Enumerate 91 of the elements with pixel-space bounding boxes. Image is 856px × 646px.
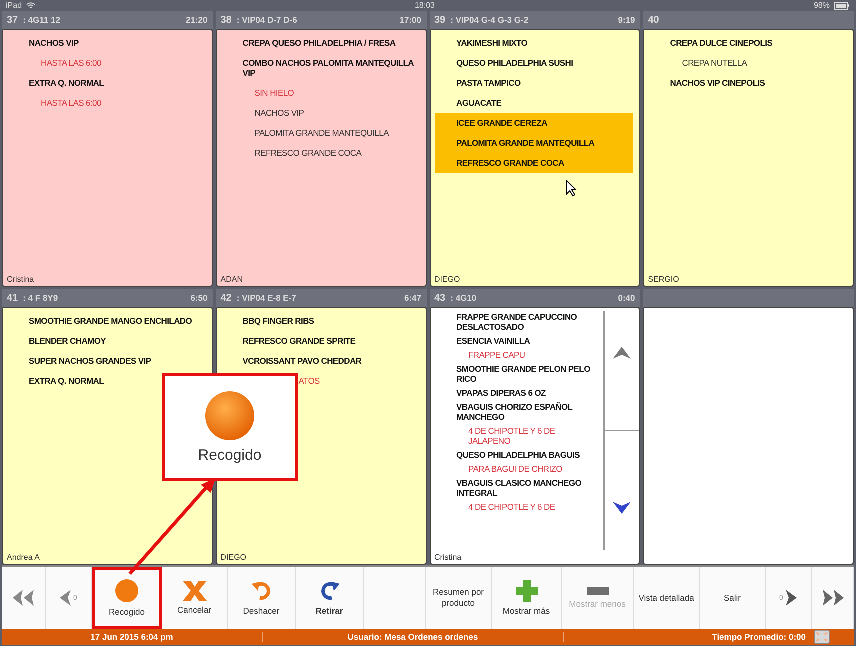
order-item[interactable]: CREPA QUESO PHILADELPHIA / FRESA xyxy=(216,36,404,50)
order-item[interactable]: QUESO PHILADELPHIA SUSHI xyxy=(430,56,582,70)
order-item[interactable]: EXTRA Q. NORMAL xyxy=(3,374,112,388)
redo-icon xyxy=(318,580,340,602)
order-number: 43 xyxy=(434,292,446,304)
order-item[interactable]: NACHOS VIP xyxy=(3,36,87,50)
double-left-arrow-icon xyxy=(12,590,34,606)
order-number: 40 xyxy=(648,14,660,26)
order-card[interactable]: CREPA QUESO PHILADELPHIA / FRESA COMBO NACHOS PALOMITA MANTEQUILLA VIP SIN HIELO NACHOS VIP PALOMITA GRANDE MANTEQUILLA REFRESCO GRANDE COCA ADAN xyxy=(216,29,426,287)
scroll-down-icon[interactable] xyxy=(613,502,632,514)
order-item[interactable]: FRAPPE CAPU xyxy=(442,349,534,361)
order-item[interactable]: BLENDER CHAMOY xyxy=(3,334,114,348)
waiter-name: DIEGO xyxy=(220,553,247,562)
order-item[interactable]: SUPER NACHOS GRANDES VIP xyxy=(3,354,160,368)
table-label: : 4G10 xyxy=(450,293,477,303)
order-item[interactable]: REFRESCO GRANDE SPRITE xyxy=(216,334,364,348)
minus-icon xyxy=(586,586,608,594)
order-item[interactable]: REFRESCO GRANDE COCA xyxy=(228,146,370,160)
battery-icon xyxy=(834,2,850,10)
plus-icon xyxy=(516,580,538,602)
double-right-arrow-icon xyxy=(822,590,844,606)
waiter-name: Andrea A xyxy=(7,553,40,562)
order-item[interactable]: COMBO NACHOS PALOMITA MANTEQUILLA VIP xyxy=(216,56,426,80)
order-item[interactable]: 4 DE CHIPOTLE Y 6 DE JALAPENO xyxy=(442,425,604,447)
order-item[interactable]: VPAPAS DIPERAS 6 OZ xyxy=(430,387,554,399)
waiter-name: Cristina xyxy=(7,275,34,284)
order-item[interactable]: VCROISSANT PAVO CHEDDAR xyxy=(216,354,370,368)
waiter-name: SERGIO xyxy=(648,275,680,284)
order-item[interactable]: CREPA NUTELLA xyxy=(656,56,756,70)
status-user: Usuario: Mesa Ordenes ordenes xyxy=(263,632,564,642)
order-time: 21:20 xyxy=(186,15,208,25)
right-arrow-icon xyxy=(785,590,798,606)
order-item[interactable]: BBQ FINGER RIBS xyxy=(216,314,322,328)
order-number: 41 xyxy=(7,292,18,304)
order-item[interactable]: REFRESCO GRANDE COCA xyxy=(434,153,634,173)
wifi-icon xyxy=(26,2,36,10)
order-item[interactable]: AGUACATE xyxy=(430,96,510,110)
order-card[interactable] xyxy=(430,307,640,565)
order-item[interactable]: SMOOTHIE GRANDE MANGO ENCHILADO xyxy=(3,314,200,328)
waiter-name: ADAN xyxy=(220,275,243,284)
order-item[interactable]: VBAGUIS CHORIZO ESPAÑOL MANCHEGO xyxy=(430,401,604,423)
order-item[interactable]: VBAGUIS CLASICO MANCHEGO INTEGRAL xyxy=(430,477,604,499)
order-card[interactable]: NACHOS VIP HASTA LAS 6:00 EXTRA Q. NORMAL HASTA LAS 6:00 Cristina xyxy=(2,29,213,287)
table-label: : VIP04 G-4 G-3 G-2 xyxy=(450,15,529,25)
scroll-up-icon[interactable] xyxy=(613,346,632,359)
waiter-name: Cristina xyxy=(434,553,462,562)
order-time: 0:40 xyxy=(618,293,636,303)
order-number: 42 xyxy=(220,292,232,304)
status-date: 17 Jun 2015 6:04 pm xyxy=(2,632,263,642)
order-item[interactable]: YAKIMESHI MIXTO xyxy=(430,36,536,50)
toolbar-button[interactable]: Recogido xyxy=(92,567,162,629)
order-item[interactable]: PARA BAGUI DE CHRIZO xyxy=(442,463,570,475)
order-item[interactable]: PASTA TAMPICO xyxy=(430,76,529,90)
order-item[interactable]: ICEE GRANDE CEREZA xyxy=(434,113,634,133)
order-time: 9:19 xyxy=(618,15,636,25)
device-name: iPad xyxy=(6,1,22,10)
order-item[interactable]: 4 DE CHIPOTLE Y 6 DE xyxy=(442,501,564,513)
status-average-time: Tiempo Promedio: 0:00 xyxy=(711,632,807,642)
order-item[interactable]: NACHOS VIP xyxy=(228,106,312,120)
order-item[interactable]: SMOOTHIE GRANDE PELON PELO RICO xyxy=(430,363,604,385)
device-time: 18:03 xyxy=(414,1,436,10)
table-label: : VIP04 D-7 D-6 xyxy=(236,15,298,25)
order-item[interactable]: NACHOS VIP CINEPOLIS xyxy=(644,76,774,90)
circle-icon xyxy=(205,390,255,440)
undo-icon xyxy=(250,580,272,602)
order-number: 38 xyxy=(220,14,232,26)
order-number: 39 xyxy=(434,14,446,26)
order-time: 6:47 xyxy=(404,293,422,303)
order-item[interactable]: ESENCIA VAINILLA xyxy=(430,335,538,347)
table-label: : 4G11 12 xyxy=(23,15,60,25)
order-number: 37 xyxy=(7,14,18,26)
resize-icon[interactable] xyxy=(814,630,830,644)
table-label: : 4 F 8Y9 xyxy=(23,293,58,303)
left-arrow-icon xyxy=(60,590,72,606)
order-time: 6:50 xyxy=(190,293,208,303)
order-item[interactable]: EXTRA Q. NORMAL xyxy=(3,76,112,90)
order-item[interactable]: CREPA DULCE CINEPOLIS xyxy=(644,36,781,50)
circle-icon xyxy=(115,578,139,602)
cross-icon xyxy=(182,580,206,600)
order-item[interactable]: QUESO PHILADELPHIA BAGUIS xyxy=(430,449,588,461)
order-item[interactable]: ATOS xyxy=(298,374,328,388)
order-time: 17:00 xyxy=(400,15,422,25)
waiter-name: DIEGO xyxy=(434,275,460,284)
order-item[interactable]: PALOMITA GRANDE MANTEQUILLA xyxy=(228,126,397,140)
order-item[interactable]: FRAPPE GRANDE CAPUCCINO DESLACTOSADO xyxy=(430,311,604,333)
mouse-pointer-icon xyxy=(566,180,578,197)
order-card[interactable]: CREPA DULCE CINEPOLIS CREPA NUTELLA NACHOS VIP CINEPOLIS SERGIO xyxy=(643,29,854,287)
table-label: : VIP04 E-8 E-7 xyxy=(236,293,296,303)
battery-level: 98% xyxy=(814,1,830,10)
order-item[interactable]: PALOMITA GRANDE MANTEQUILLA xyxy=(434,133,634,153)
order-card[interactable]: YAKIMESHI MIXTO QUESO PHILADELPHIA SUSHI PASTA TAMPICO AGUACATE ICEE GRANDE CEREZA PALOMITA GRANDE MANTEQUILLA REFRESCO GRANDE COCA DIEGO xyxy=(430,29,640,287)
